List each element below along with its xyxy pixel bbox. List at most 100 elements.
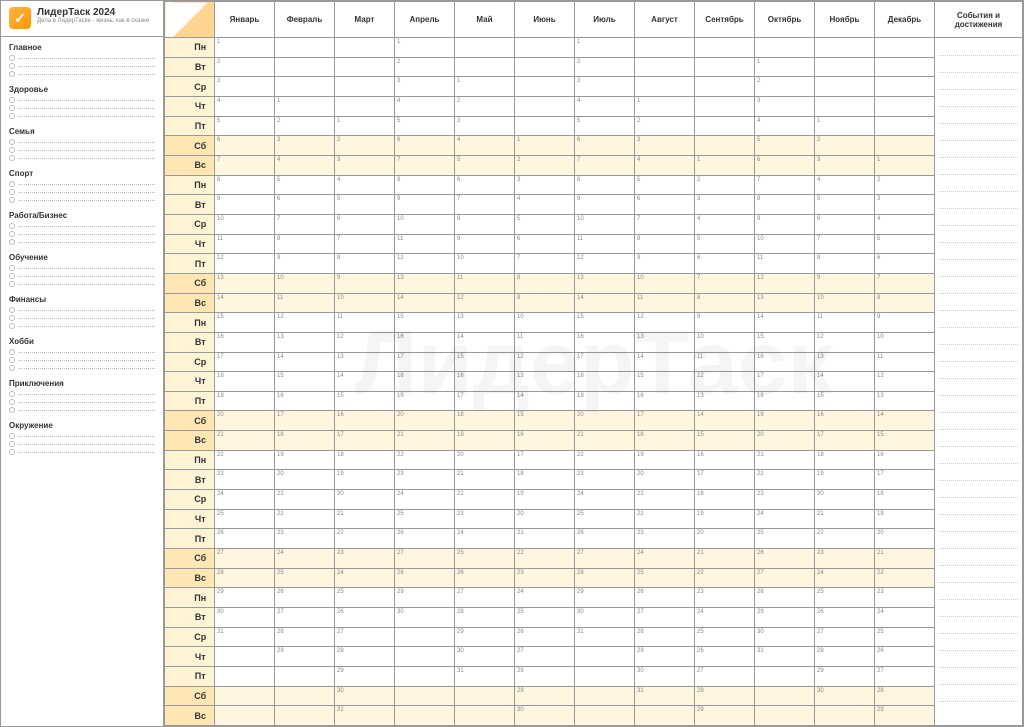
calendar-cell: 23 <box>575 470 635 490</box>
calendar-cell: 20 <box>635 470 695 490</box>
calendar-cell: 23 <box>515 568 575 588</box>
calendar-cell: 3 <box>335 155 395 175</box>
calendar-cell: 23 <box>755 490 815 510</box>
calendar-cell <box>875 57 935 77</box>
calendar-cell: 2 <box>515 155 575 175</box>
calendar-cell: 19 <box>275 450 335 470</box>
calendar-cell: 21 <box>455 470 515 490</box>
calendar-cell <box>695 116 755 136</box>
dayname-cell: Пт <box>187 529 215 549</box>
calendar-cell: 28 <box>515 667 575 687</box>
bullet-icon <box>9 365 15 371</box>
calendar-cell: 15 <box>455 352 515 372</box>
calendar-cell: 16 <box>275 391 335 411</box>
calendar-cell: 8 <box>395 175 455 195</box>
category-line <box>9 349 155 355</box>
calendar-cell: 4 <box>515 195 575 215</box>
calendar-cell <box>695 136 755 156</box>
calendar-cell: 26 <box>575 529 635 549</box>
calendar-cell <box>515 96 575 116</box>
calendar-cell: 12 <box>215 254 275 274</box>
category-line <box>9 113 155 119</box>
calendar-cell: 6 <box>755 155 815 175</box>
calendar-cell: 1 <box>575 38 635 58</box>
calendar-cell: 15 <box>395 313 455 333</box>
calendar-cell <box>215 706 275 726</box>
calendar-cell: 28 <box>875 686 935 706</box>
category-line <box>9 357 155 363</box>
calendar-cell: 16 <box>515 431 575 451</box>
calendar-cell: 6 <box>395 136 455 156</box>
category-block: Спорт <box>9 169 155 203</box>
calendar-cell: 2 <box>695 175 755 195</box>
calendar-cell: 15 <box>215 313 275 333</box>
category-line <box>9 365 155 371</box>
bullet-icon <box>9 323 15 329</box>
calendar-cell <box>695 38 755 58</box>
dayname-cell: Вт <box>187 332 215 352</box>
calendar-cell: 20 <box>335 490 395 510</box>
calendar-cell: 23 <box>215 470 275 490</box>
calendar-cell: 24 <box>215 490 275 510</box>
calendar-cell: 17 <box>215 352 275 372</box>
calendar-cell: 18 <box>275 431 335 451</box>
category-line <box>9 147 155 153</box>
calendar-cell: 29 <box>575 588 635 608</box>
category-line <box>9 449 155 455</box>
month-header: Июнь <box>515 2 575 38</box>
calendar-cell: 17 <box>815 431 875 451</box>
calendar-cell: 15 <box>335 391 395 411</box>
calendar-cell: 19 <box>395 391 455 411</box>
calendar-cell <box>635 57 695 77</box>
calendar-cell: 8 <box>695 293 755 313</box>
calendar-cell: 1 <box>395 38 455 58</box>
calendar-cell: 9 <box>275 254 335 274</box>
calendar-cell: 15 <box>755 332 815 352</box>
calendar-cell: 11 <box>875 352 935 372</box>
category-block: Здоровье <box>9 85 155 119</box>
bullet-icon <box>9 113 15 119</box>
category-line <box>9 181 155 187</box>
calendar-cell: 27 <box>395 549 455 569</box>
bullet-icon <box>9 315 15 321</box>
calendar-cell: 28 <box>815 647 875 667</box>
calendar-cell: 7 <box>875 273 935 293</box>
calendar-cell: 1 <box>335 116 395 136</box>
calendar-cell: 14 <box>275 352 335 372</box>
calendar-cell <box>275 686 335 706</box>
calendar-cell <box>875 116 935 136</box>
calendar-cell: 26 <box>875 647 935 667</box>
calendar-cell: 10 <box>395 214 455 234</box>
calendar-cell <box>395 686 455 706</box>
calendar-cell: 8 <box>575 175 635 195</box>
calendar-cell: 27 <box>695 667 755 687</box>
calendar-cell: 11 <box>755 254 815 274</box>
calendar-cell: 29 <box>875 706 935 726</box>
calendar-cell <box>815 77 875 97</box>
calendar-cell: 26 <box>215 529 275 549</box>
calendar-cell: 4 <box>875 214 935 234</box>
calendar-main: ЛидерТаск ЯнварьФевральМартАпрельМайИюнь… <box>164 1 1023 726</box>
calendar-cell: 12 <box>575 254 635 274</box>
calendar-cell: 24 <box>875 608 935 628</box>
calendar-cell: 5 <box>575 116 635 136</box>
calendar-cell: 9 <box>815 273 875 293</box>
calendar-cell: 24 <box>455 529 515 549</box>
calendar-cell: 2 <box>755 77 815 97</box>
calendar-cell: 3 <box>215 77 275 97</box>
calendar-cell: 17 <box>455 391 515 411</box>
calendar-cell <box>875 38 935 58</box>
dayname-cell: Пн <box>187 38 215 58</box>
calendar-cell <box>215 686 275 706</box>
calendar-cell: 28 <box>215 568 275 588</box>
calendar-cell: 15 <box>515 411 575 431</box>
calendar-cell: 30 <box>335 686 395 706</box>
calendar-cell: 11 <box>815 313 875 333</box>
calendar-cell: 5 <box>755 136 815 156</box>
bullet-icon <box>9 449 15 455</box>
calendar-cell: 11 <box>515 332 575 352</box>
calendar-cell: 13 <box>575 273 635 293</box>
calendar-cell: 22 <box>635 509 695 529</box>
calendar-cell <box>755 667 815 687</box>
calendar-cell: 13 <box>335 352 395 372</box>
